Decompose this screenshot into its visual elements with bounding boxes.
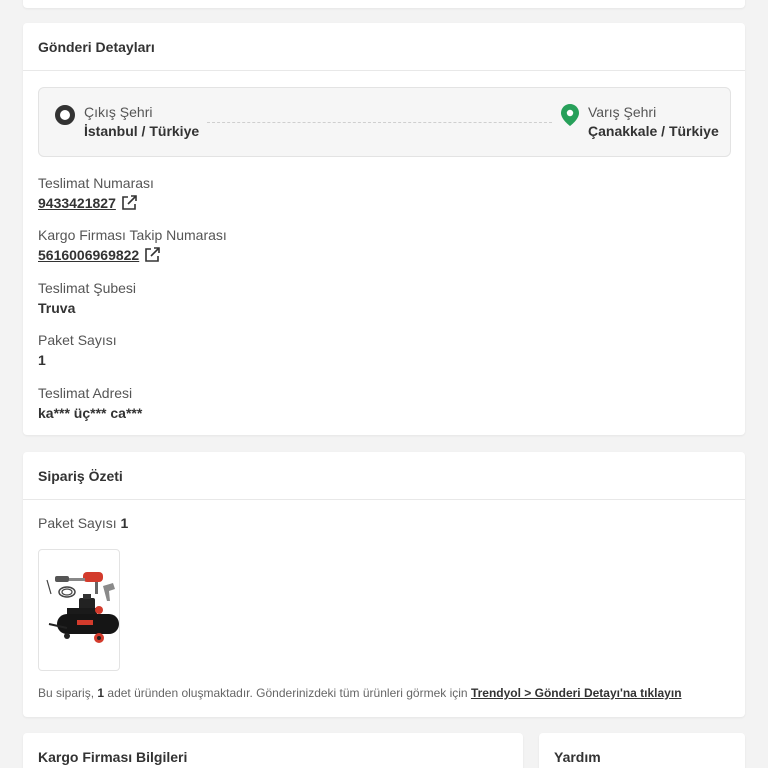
origin-value: İstanbul / Türkiye [84,123,200,139]
delivery-number-label: Teslimat Numarası [38,175,154,191]
external-link-icon[interactable] [120,194,138,212]
address-value: ka*** üç*** ca*** [38,405,143,421]
branch-value: Truva [38,300,76,316]
package-count-field: Paket Sayısı 1 [38,331,117,370]
top-card [23,0,745,8]
origin-label: Çıkış Şehri [84,104,153,120]
origin-ring-icon [55,105,75,125]
tracking-number-value[interactable]: 5616006969822 [38,245,139,265]
branch-field: Teslimat Şubesi Truva [38,279,136,318]
address-label: Teslimat Adresi [38,385,133,401]
summary-package-value: 1 [120,515,129,531]
help-card: Yardım [539,733,745,768]
tracking-number-link[interactable]: 5616006969822 [38,245,227,265]
package-count-value: 1 [38,352,46,368]
cargo-info-title: Kargo Firması Bilgileri [38,749,188,765]
delivery-number-field: Teslimat Numarası 9433421827 [38,174,154,213]
order-summary-card: Sipariş Özeti Paket Sayısı 1 Bu sipariş,… [23,452,745,717]
summary-package-label: Paket Sayısı [38,515,117,531]
route-box: Çıkış Şehri İstanbul / Türkiye Varış Şeh… [38,87,731,157]
note-middle: adet üründen oluşmaktadır. Gönderinizdek… [107,686,468,700]
external-link-icon[interactable] [143,246,161,264]
summary-note: Bu sipariş, 1 adet üründen oluşmaktadır.… [38,686,682,700]
destination-value: Çanakkale / Türkiye [588,123,719,139]
shipment-details-card: Gönderi Detayları Çıkış Şehri İstanbul /… [23,23,745,435]
address-field: Teslimat Adresi ka*** üç*** ca*** [38,384,142,423]
order-summary-title: Sipariş Özeti [23,452,745,500]
destination-city: Varış Şehri Çanakkale / Türkiye [561,103,719,141]
air-compressor-product-image [46,572,119,643]
summary-package-count: Paket Sayısı 1 [38,515,128,531]
branch-label: Teslimat Şubesi [38,280,137,296]
help-title: Yardım [554,749,601,765]
shipment-detail-link[interactable]: Trendyol > Gönderi Detayı'na tıklayın [471,686,682,700]
cargo-info-card: Kargo Firması Bilgileri [23,733,523,768]
product-thumbnail[interactable] [38,549,120,671]
note-count: 1 [97,686,105,700]
package-count-label: Paket Sayısı [38,332,117,348]
tracking-number-field: Kargo Firması Takip Numarası 56160069698… [38,226,227,265]
origin-city: Çıkış Şehri İstanbul / Türkiye [55,103,199,141]
tracking-number-label: Kargo Firması Takip Numarası [38,227,227,243]
note-prefix: Bu sipariş, [38,686,95,700]
shipment-details-title: Gönderi Detayları [23,23,745,71]
delivery-number-link[interactable]: 9433421827 [38,193,154,213]
delivery-number-value[interactable]: 9433421827 [38,193,116,213]
route-dashed-line [207,122,552,123]
destination-label: Varış Şehri [588,104,657,120]
location-pin-icon [561,104,579,126]
